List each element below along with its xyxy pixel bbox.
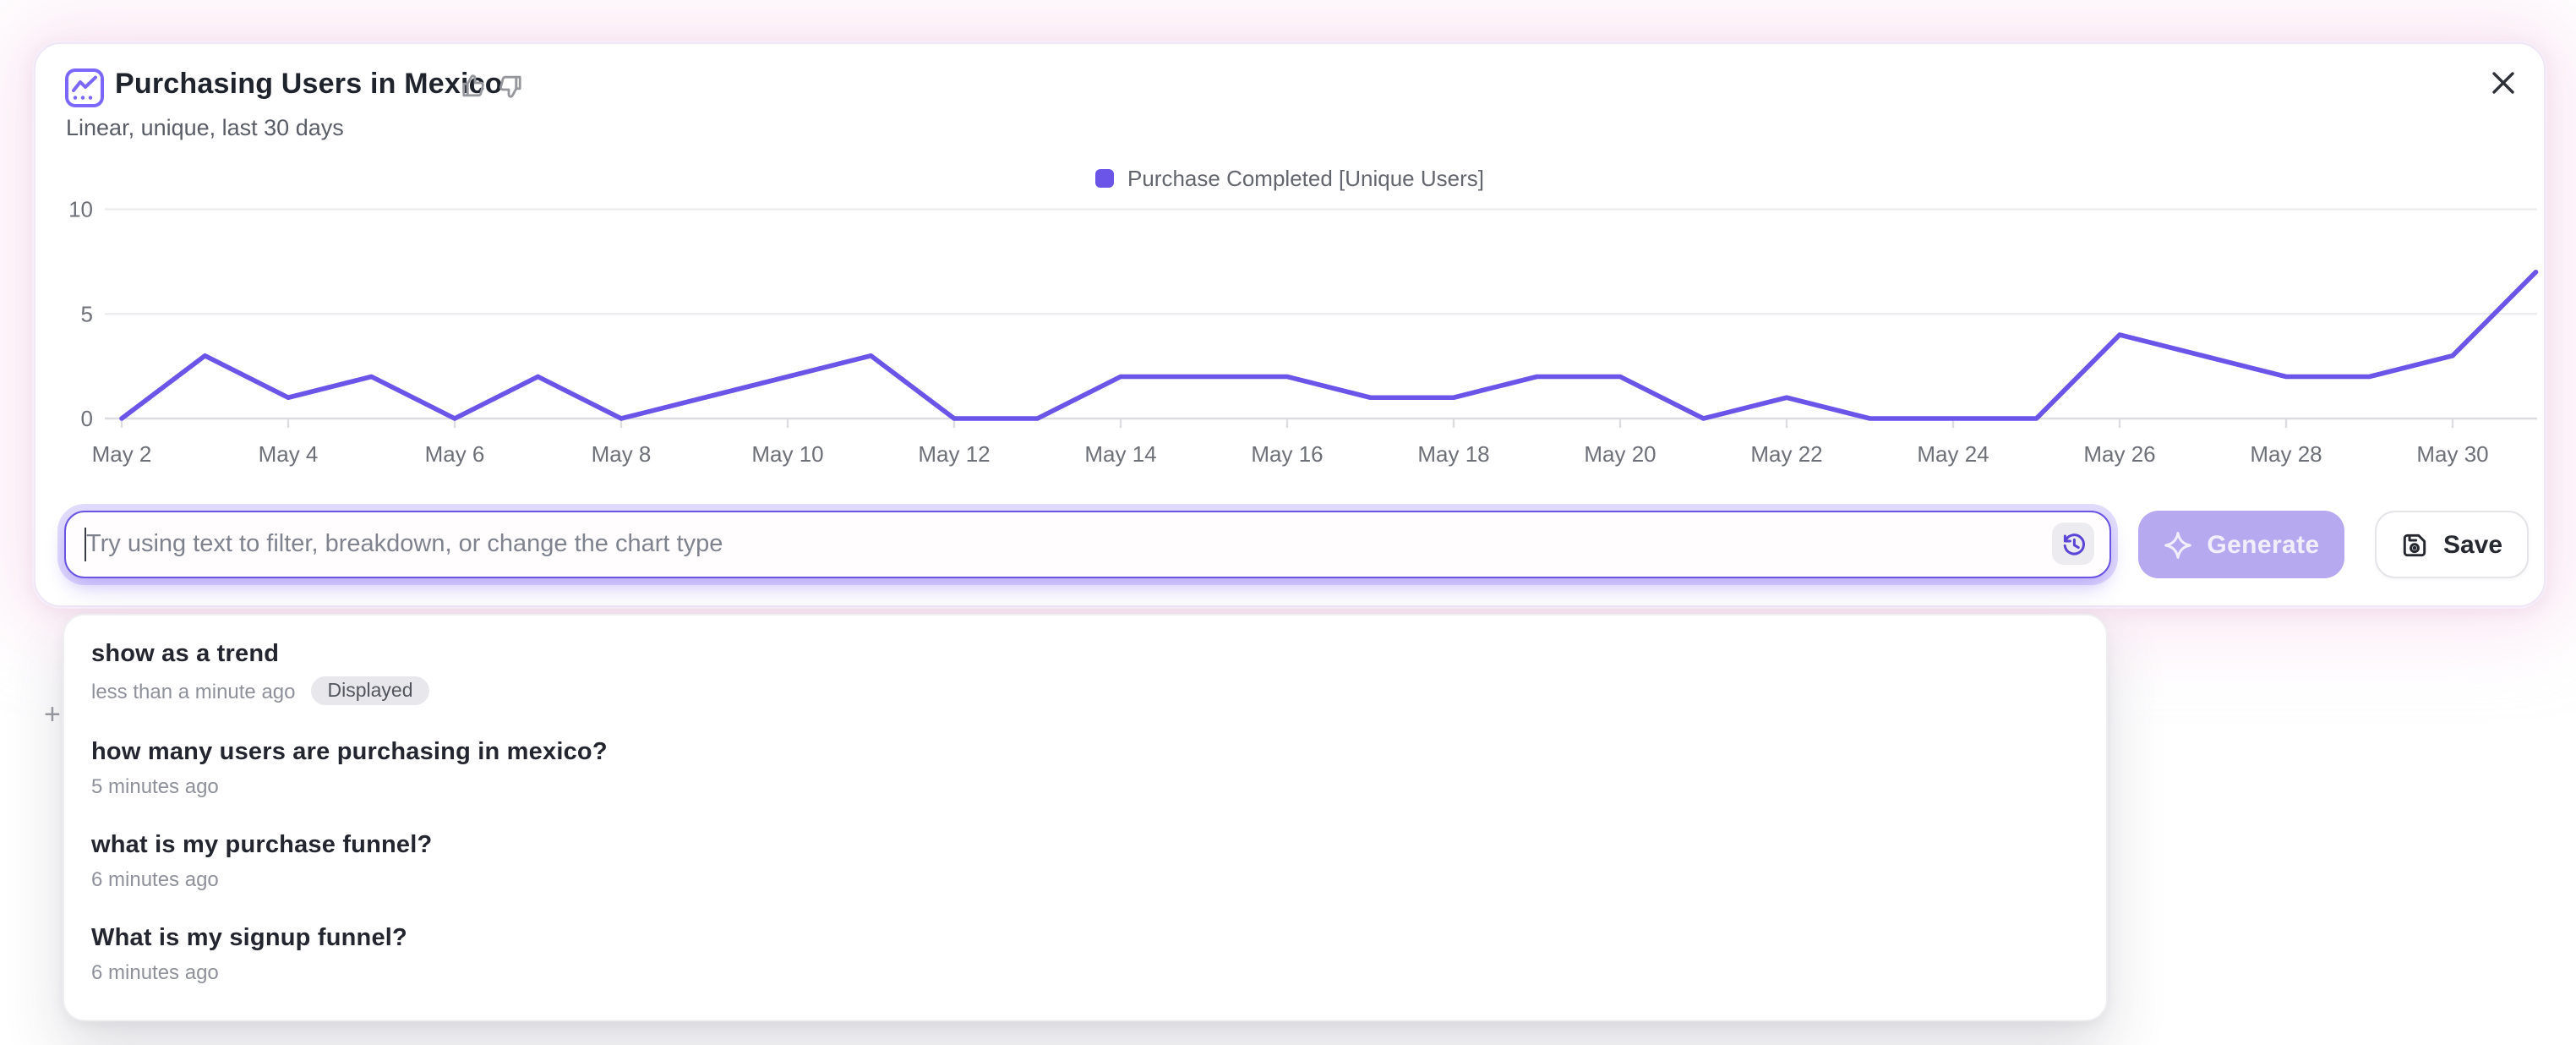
svg-text:May 6: May 6 (425, 441, 485, 467)
history-item[interactable]: What is my signup funnel? 6 minutes ago (64, 911, 2106, 1004)
page-title: Purchasing Users in Mexico (115, 68, 503, 101)
history-item-meta: 6 minutes ago (91, 867, 2079, 891)
history-item-timestamp: less than a minute ago (91, 679, 296, 703)
history-item-timestamp: 5 minutes ago (91, 774, 219, 798)
page: + Purchasing Users in Mexico (0, 0, 2576, 1045)
legend-label: Purchase Completed [Unique Users] (1127, 166, 1484, 191)
thumbs-down-button[interactable] (497, 73, 524, 100)
history-button[interactable] (2052, 522, 2094, 565)
line-chart-plot: 0 5 10 May 2 May 4 May 6 May 8 May 10 May 12 May … (52, 191, 2561, 492)
history-item[interactable]: how many users are purchasing in mexico?… (64, 725, 2106, 818)
save-button-label: Save (2443, 530, 2502, 559)
history-item-meta: less than a minute ago Displayed (91, 676, 2079, 705)
svg-text:May 28: May 28 (2250, 441, 2322, 467)
history-item-timestamp: 6 minutes ago (91, 960, 219, 984)
history-item-timestamp: 6 minutes ago (91, 867, 219, 891)
prompt-input-container (64, 511, 2111, 578)
svg-text:May 16: May 16 (1251, 441, 1323, 467)
thumbs-up-button[interactable] (460, 73, 487, 100)
svg-text:May 18: May 18 (1417, 441, 1489, 467)
svg-text:5: 5 (81, 301, 93, 326)
history-dropdown: show as a trend less than a minute ago Dis… (63, 614, 2108, 1021)
generate-button-label: Generate (2207, 530, 2319, 559)
displayed-badge: Displayed (311, 676, 430, 705)
svg-text:May 4: May 4 (259, 441, 319, 467)
svg-text:10: 10 (68, 197, 93, 222)
close-button[interactable] (2486, 66, 2520, 100)
history-item-title: What is my signup funnel? (91, 925, 2079, 952)
svg-text:May 8: May 8 (592, 441, 652, 467)
svg-text:May 26: May 26 (2083, 441, 2155, 467)
history-item[interactable]: what is my purchase funnel? 6 minutes ago (64, 818, 2106, 911)
history-item[interactable]: show as a trend less than a minute ago Dis… (64, 627, 2106, 725)
history-item-meta: 5 minutes ago (91, 774, 2079, 798)
svg-text:0: 0 (81, 406, 93, 431)
history-item-meta: 6 minutes ago (91, 960, 2079, 984)
legend-swatch (1095, 169, 1114, 188)
svg-text:May 22: May 22 (1750, 441, 1822, 467)
save-icon (2401, 530, 2430, 559)
history-item-title: what is my purchase funnel? (91, 832, 2079, 859)
chart-subtitle: Linear, unique, last 30 days (66, 115, 344, 140)
svg-text:May 20: May 20 (1584, 441, 1656, 467)
svg-text:May 2: May 2 (92, 441, 152, 467)
canvas-add-button[interactable]: + (44, 698, 61, 732)
chart-card: Purchasing Users in Mexico Linear, uniqu… (34, 42, 2546, 607)
prompt-input[interactable] (66, 512, 2109, 577)
history-item-title: how many users are purchasing in mexico? (91, 739, 2079, 766)
line-chart-icon (64, 68, 105, 108)
svg-text:May 12: May 12 (918, 441, 990, 467)
history-icon (2060, 530, 2087, 557)
history-item-title: show as a trend (91, 641, 2079, 668)
svg-text:May 30: May 30 (2416, 441, 2488, 467)
svg-text:May 24: May 24 (1917, 441, 1989, 467)
sparkle-icon (2163, 530, 2191, 559)
generate-button[interactable]: Generate (2138, 511, 2344, 578)
chart-legend: Purchase Completed [Unique Users] (35, 166, 2544, 191)
svg-text:May 14: May 14 (1084, 441, 1156, 467)
svg-text:May 10: May 10 (751, 441, 823, 467)
save-button[interactable]: Save (2375, 511, 2529, 578)
text-caret (85, 528, 87, 561)
